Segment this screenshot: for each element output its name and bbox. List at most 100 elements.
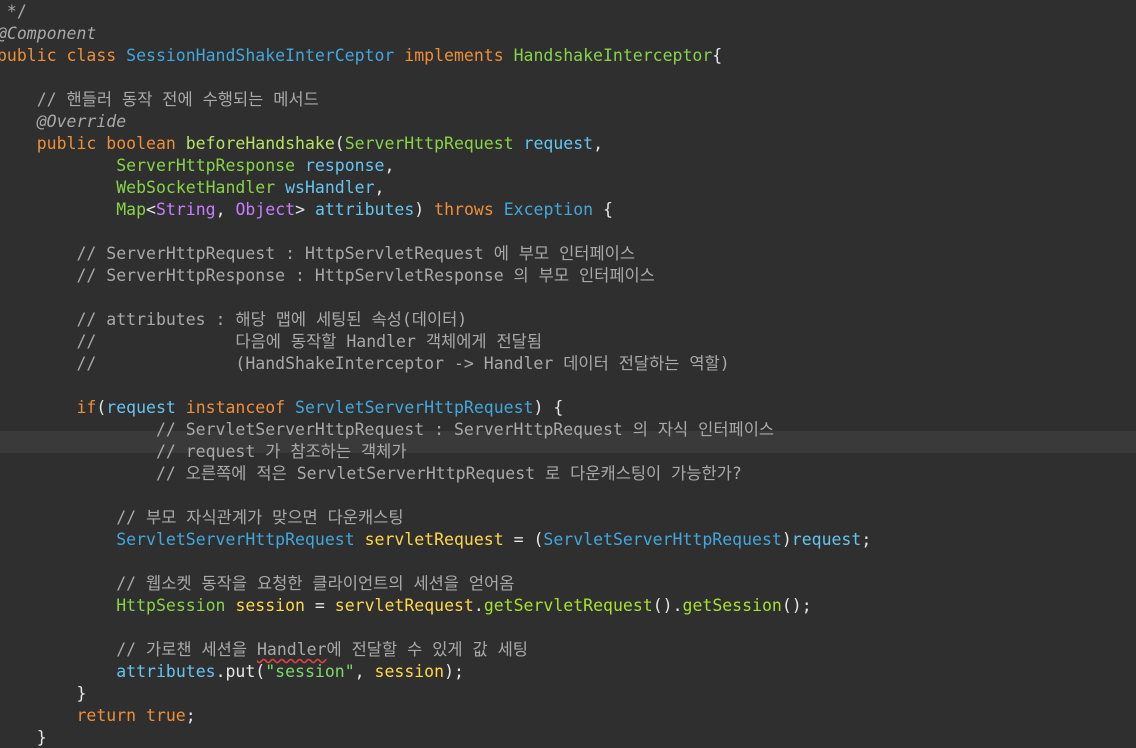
code-line[interactable]: }	[0, 727, 47, 748]
code-line[interactable]: // 가로챈 세션을 Handler에 전달할 수 있게 값 세팅	[0, 639, 528, 661]
code-token: request	[791, 530, 862, 549]
code-token: // 다음에 동작할 Handler 객체에게 전달됨	[0, 332, 543, 351]
code-token: return true	[0, 706, 186, 725]
code-token: @Override	[0, 112, 127, 131]
code-line[interactable]: Map<String, Object> attributes) throws E…	[0, 199, 613, 221]
code-token: "session"	[265, 662, 355, 681]
code-line[interactable]: ServletServerHttpRequest servletRequest …	[0, 529, 871, 551]
code-token: public class	[0, 46, 127, 65]
code-editor[interactable]: */ @Component public class SessionHandShak…	[0, 0, 1136, 748]
code-token: (	[334, 134, 345, 153]
code-token: ServletServerHttpRequest	[295, 398, 534, 417]
code-line[interactable]: // 핸들러 동작 전에 수행되는 메서드	[0, 89, 319, 111]
code-line[interactable]: if(request instanceof ServletServerHttpR…	[0, 397, 563, 419]
code-token: {	[593, 200, 613, 219]
code-token: servletRequest	[334, 596, 474, 615]
code-line[interactable]: // attributes : 해당 맵에 세팅된 속성(데이터)	[0, 309, 467, 331]
code-token: .put(	[215, 662, 266, 681]
code-token: // 핸들러 동작 전에 수행되는 메서드	[0, 90, 319, 109]
code-line[interactable]: attributes.put("session", session);	[0, 661, 464, 683]
code-line[interactable]: // 다음에 동작할 Handler 객체에게 전달됨	[0, 331, 542, 353]
code-line[interactable]: HttpSession session = servletRequest. get…	[0, 595, 812, 617]
code-token: ,	[593, 134, 604, 153]
code-token: 에 전달할 수 있게 값 세팅	[326, 640, 528, 659]
code-token: beforeHandshake	[185, 134, 335, 153]
code-token: ();	[781, 596, 812, 615]
code-token: }	[0, 728, 47, 747]
code-line[interactable]: return true;	[0, 705, 196, 727]
code-token: attributes	[116, 662, 216, 681]
code-token: session	[235, 596, 305, 615]
code-line[interactable]: WebSocketHandler wsHandler,	[0, 177, 384, 199]
code-token: SessionHandShakeInterCeptor	[126, 46, 395, 65]
code-token: request	[106, 398, 176, 417]
code-token: if	[0, 398, 97, 417]
code-token: public boolean	[0, 134, 186, 153]
code-token: Map	[116, 200, 147, 219]
code-token: ServletServerHttpRequest	[543, 530, 782, 549]
code-token: wsHandler	[285, 178, 375, 197]
code-token: HandshakeInterceptor	[513, 46, 713, 65]
code-token: ServletServerHttpRequest	[116, 530, 355, 549]
code-line[interactable]: public class SessionHandShakeInterCeptor…	[0, 45, 722, 67]
code-token: getSession	[682, 596, 782, 615]
code-token: String	[155, 200, 216, 219]
code-token: // 웹소켓 동작을 요청한 클라이언트의 세션을 얻어옴	[0, 574, 515, 593]
code-token: // 가로챈 세션을	[0, 640, 257, 659]
code-token: ServerHttpResponse	[116, 156, 296, 175]
code-token: // 오른쪽에 적은 ServletServerHttpRequest 로 다운…	[0, 464, 742, 483]
code-token: >	[295, 200, 315, 219]
code-token: Object	[235, 200, 296, 219]
code-token: {	[712, 46, 723, 65]
code-token: response	[304, 156, 385, 175]
code-line[interactable]: // (HandShakeInterceptor -> Handler 데이터 …	[0, 353, 730, 375]
code-line[interactable]: public boolean beforeHandshake(ServerHtt…	[0, 133, 603, 155]
code-line[interactable]: @Override	[0, 111, 126, 133]
code-line[interactable]: // ServerHttpResponse : HttpServletRespo…	[0, 265, 655, 287]
code-token: ServerHttpRequest	[344, 134, 514, 153]
code-line[interactable]: // ServletServerHttpRequest : ServerHttp…	[0, 419, 774, 441]
code-line[interactable]: // ServerHttpRequest : HttpServletReques…	[0, 243, 635, 265]
code-line[interactable]: // request 가 참조하는 객체가	[0, 441, 407, 463]
code-token: ().	[652, 596, 683, 615]
code-token: =	[304, 596, 335, 615]
code-token: // (HandShakeInterceptor -> Handler 데이터 …	[0, 354, 730, 373]
code-line[interactable]: */	[0, 1, 27, 23]
code-token: throws	[434, 200, 504, 219]
code-line[interactable]: @Component	[0, 23, 96, 45]
code-line[interactable]: // 오른쪽에 적은 ServletServerHttpRequest 로 다운…	[0, 463, 742, 485]
code-token: request	[523, 134, 594, 153]
code-token: servletRequest	[364, 530, 504, 549]
code-token: session	[374, 662, 445, 681]
code-line[interactable]: // 부모 자식관계가 맞으면 다운캐스팅	[0, 507, 403, 529]
code-token: .	[473, 596, 484, 615]
code-token: (	[96, 398, 107, 417]
code-token: = (	[503, 530, 544, 549]
code-token: HttpSession	[116, 596, 226, 615]
code-token: )	[414, 200, 435, 219]
code-token: ;	[185, 706, 196, 725]
code-token: // ServerHttpResponse : HttpServletRespo…	[0, 266, 655, 285]
code-token: <	[146, 200, 156, 219]
code-line[interactable]: ServerHttpResponse response,	[0, 155, 394, 177]
code-token: implements	[394, 46, 514, 65]
code-token: ,	[374, 178, 385, 197]
code-token: @Component	[0, 24, 97, 43]
code-token: }	[0, 684, 87, 703]
code-token: )	[781, 530, 792, 549]
code-token: Handler	[256, 640, 327, 659]
code-token: instanceof	[175, 398, 296, 417]
code-token: // request 가 참조하는 객체가	[0, 442, 407, 461]
code-line[interactable]: }	[0, 683, 86, 705]
code-line[interactable]: // 웹소켓 동작을 요청한 클라이언트의 세션을 얻어옴	[0, 573, 514, 595]
code-token: ) {	[533, 398, 564, 417]
